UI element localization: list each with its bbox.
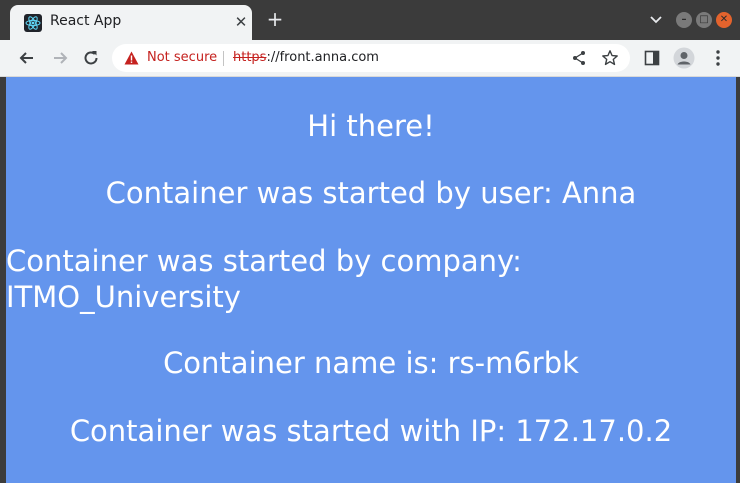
window-minimize-button[interactable]: – bbox=[676, 12, 692, 28]
url-host: ://front.anna.com bbox=[266, 50, 379, 65]
company-info-line: Container was started by company: ITMO_U… bbox=[6, 244, 522, 314]
container-ip-line: Container was started with IP: 172.17.0.… bbox=[69, 414, 673, 448]
browser-tab-strip: React App ✕ + – □ ✕ bbox=[0, 0, 740, 40]
profile-avatar-icon[interactable] bbox=[673, 47, 695, 69]
react-logo-icon bbox=[24, 14, 42, 32]
reload-icon[interactable] bbox=[81, 48, 101, 68]
browser-toolbar: Not secure https://front.anna.com bbox=[0, 40, 740, 77]
page-content: Hi there! Container was started by user:… bbox=[6, 77, 736, 483]
url-scheme: https bbox=[233, 50, 267, 65]
window-close-button[interactable]: ✕ bbox=[716, 12, 732, 28]
new-tab-icon[interactable]: + bbox=[264, 8, 286, 30]
side-panel-icon[interactable] bbox=[644, 50, 660, 66]
tab-search-chevron-icon[interactable] bbox=[648, 11, 664, 27]
greeting-heading: Hi there! bbox=[307, 109, 435, 143]
address-bar[interactable]: Not secure https://front.anna.com bbox=[112, 44, 630, 72]
address-divider bbox=[223, 51, 224, 66]
browser-tab[interactable]: React App ✕ bbox=[10, 5, 252, 40]
container-name-line: Container name is: rs-m6rbk bbox=[163, 346, 579, 380]
forward-arrow-icon[interactable] bbox=[50, 48, 70, 68]
bookmark-star-icon[interactable] bbox=[601, 49, 619, 67]
security-status-label[interactable]: Not secure bbox=[147, 50, 217, 65]
url-text[interactable]: https://front.anna.com bbox=[233, 50, 379, 65]
window-maximize-button[interactable]: □ bbox=[696, 12, 712, 28]
share-icon[interactable] bbox=[571, 50, 587, 66]
more-menu-icon[interactable] bbox=[710, 49, 726, 67]
back-arrow-icon[interactable] bbox=[17, 48, 37, 68]
tab-title: React App bbox=[50, 13, 122, 29]
user-info-line: Container was started by user: Anna bbox=[105, 176, 637, 210]
tab-close-icon[interactable]: ✕ bbox=[232, 13, 250, 31]
warning-icon[interactable] bbox=[124, 51, 139, 65]
